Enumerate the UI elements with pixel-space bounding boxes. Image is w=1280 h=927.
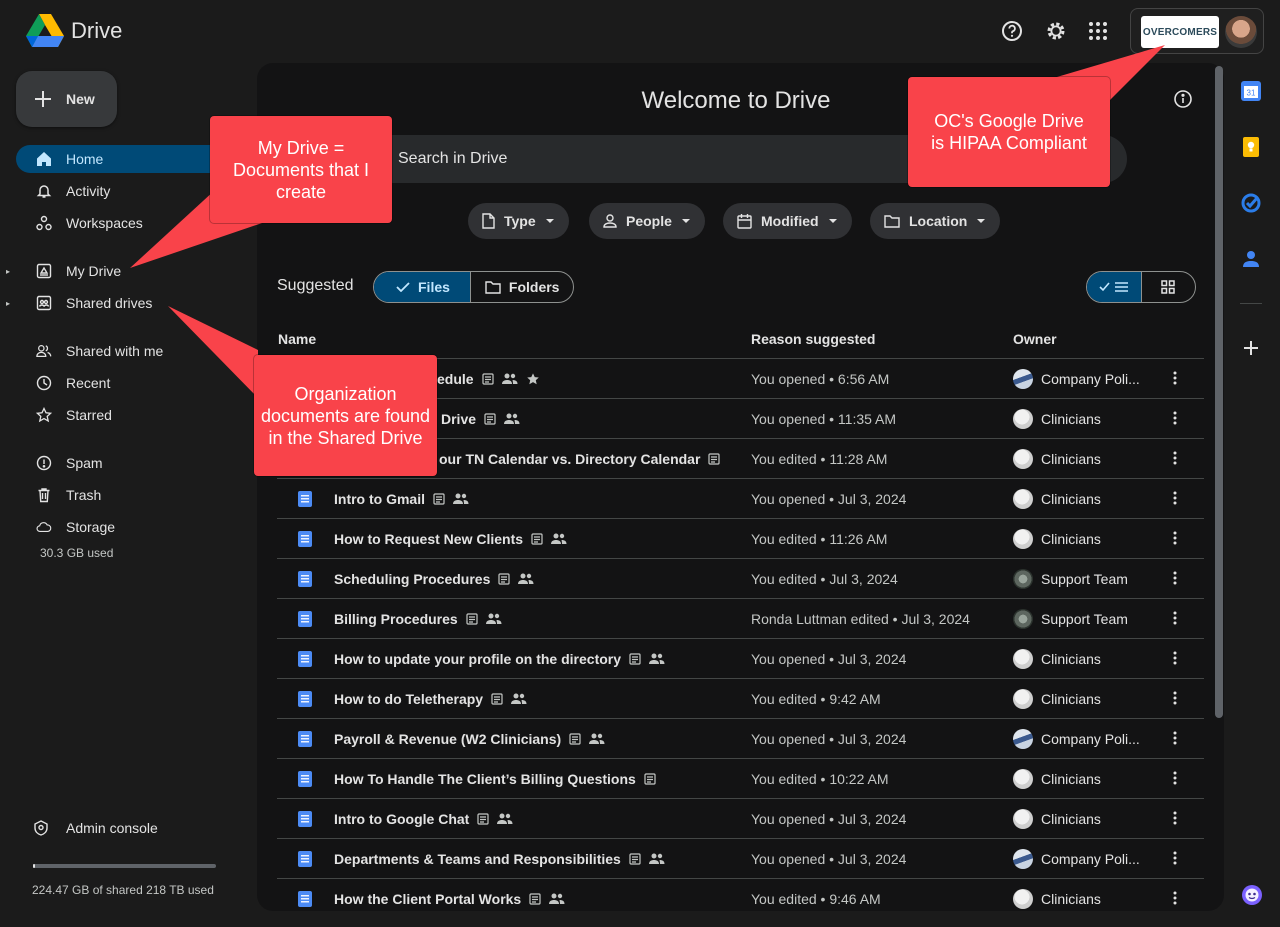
callout-shared-drive: Organization documents are found in the …	[254, 355, 437, 476]
callout-hipaa: OC's Google Drive is HIPAA Compliant	[908, 77, 1110, 187]
callout-shared-pointer	[168, 306, 258, 398]
callout-my-drive: My Drive = Documents that I create	[210, 116, 392, 223]
